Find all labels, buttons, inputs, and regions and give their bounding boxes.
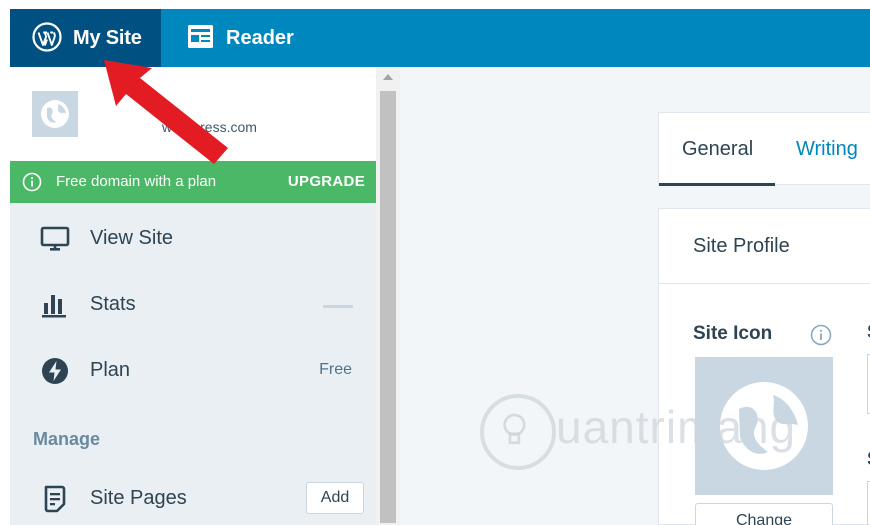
card-title: Site Profile — [693, 235, 790, 257]
watermark-logo — [480, 394, 556, 470]
wordpress-logo-icon — [32, 22, 62, 52]
scroll-thumb[interactable] — [380, 91, 396, 523]
stats-icon — [42, 295, 66, 318]
stats-sparkline — [323, 305, 353, 308]
add-page-button[interactable]: Add — [306, 482, 364, 514]
scroll-up-arrow-icon[interactable] — [383, 74, 393, 80]
page-icon — [44, 485, 66, 513]
sidebar-item-label: View Site — [90, 227, 174, 249]
sidebar-item-view-site[interactable]: View Site — [10, 210, 376, 266]
sidebar-item-label: Site Pages — [90, 487, 187, 509]
tab-general[interactable]: General — [682, 113, 753, 185]
settings-tabs: General Writing — [658, 112, 870, 186]
annotation-arrow-icon — [104, 60, 228, 164]
info-icon[interactable] — [810, 324, 832, 346]
site-icon-label: Site Icon — [693, 323, 773, 344]
watermark: uantrimang — [480, 392, 800, 476]
card-header: Site Profile — [659, 209, 870, 284]
reader-icon[interactable] — [187, 24, 214, 49]
upgrade-link[interactable]: UPGRADE — [288, 161, 365, 203]
sidebar-item-site-pages[interactable]: Site Pages Add — [10, 470, 376, 525]
monitor-icon — [40, 226, 70, 251]
site-avatar — [32, 91, 78, 137]
reader-link[interactable]: Reader — [226, 9, 294, 67]
change-icon-button[interactable]: Change — [695, 503, 833, 525]
lightbulb-icon — [503, 413, 526, 445]
manage-heading: Manage — [33, 429, 101, 449]
sidebar-item-label: Stats — [90, 293, 136, 315]
sidebar-item-label: Plan — [90, 359, 131, 381]
tab-writing[interactable]: Writing — [796, 113, 858, 185]
active-tab-indicator — [659, 183, 775, 186]
plan-badge: Free — [319, 361, 352, 378]
info-icon — [22, 172, 42, 192]
plan-icon — [42, 358, 68, 384]
watermark-text: uantrimang — [556, 401, 797, 453]
sidebar-item-plan[interactable]: Plan Free — [10, 342, 376, 398]
sidebar-scrollbar[interactable] — [376, 67, 400, 525]
globe-icon — [41, 100, 69, 128]
sidebar-item-stats[interactable]: Stats — [10, 276, 376, 332]
site-profile-card: Site Profile Site Icon Change S S — [658, 208, 870, 525]
